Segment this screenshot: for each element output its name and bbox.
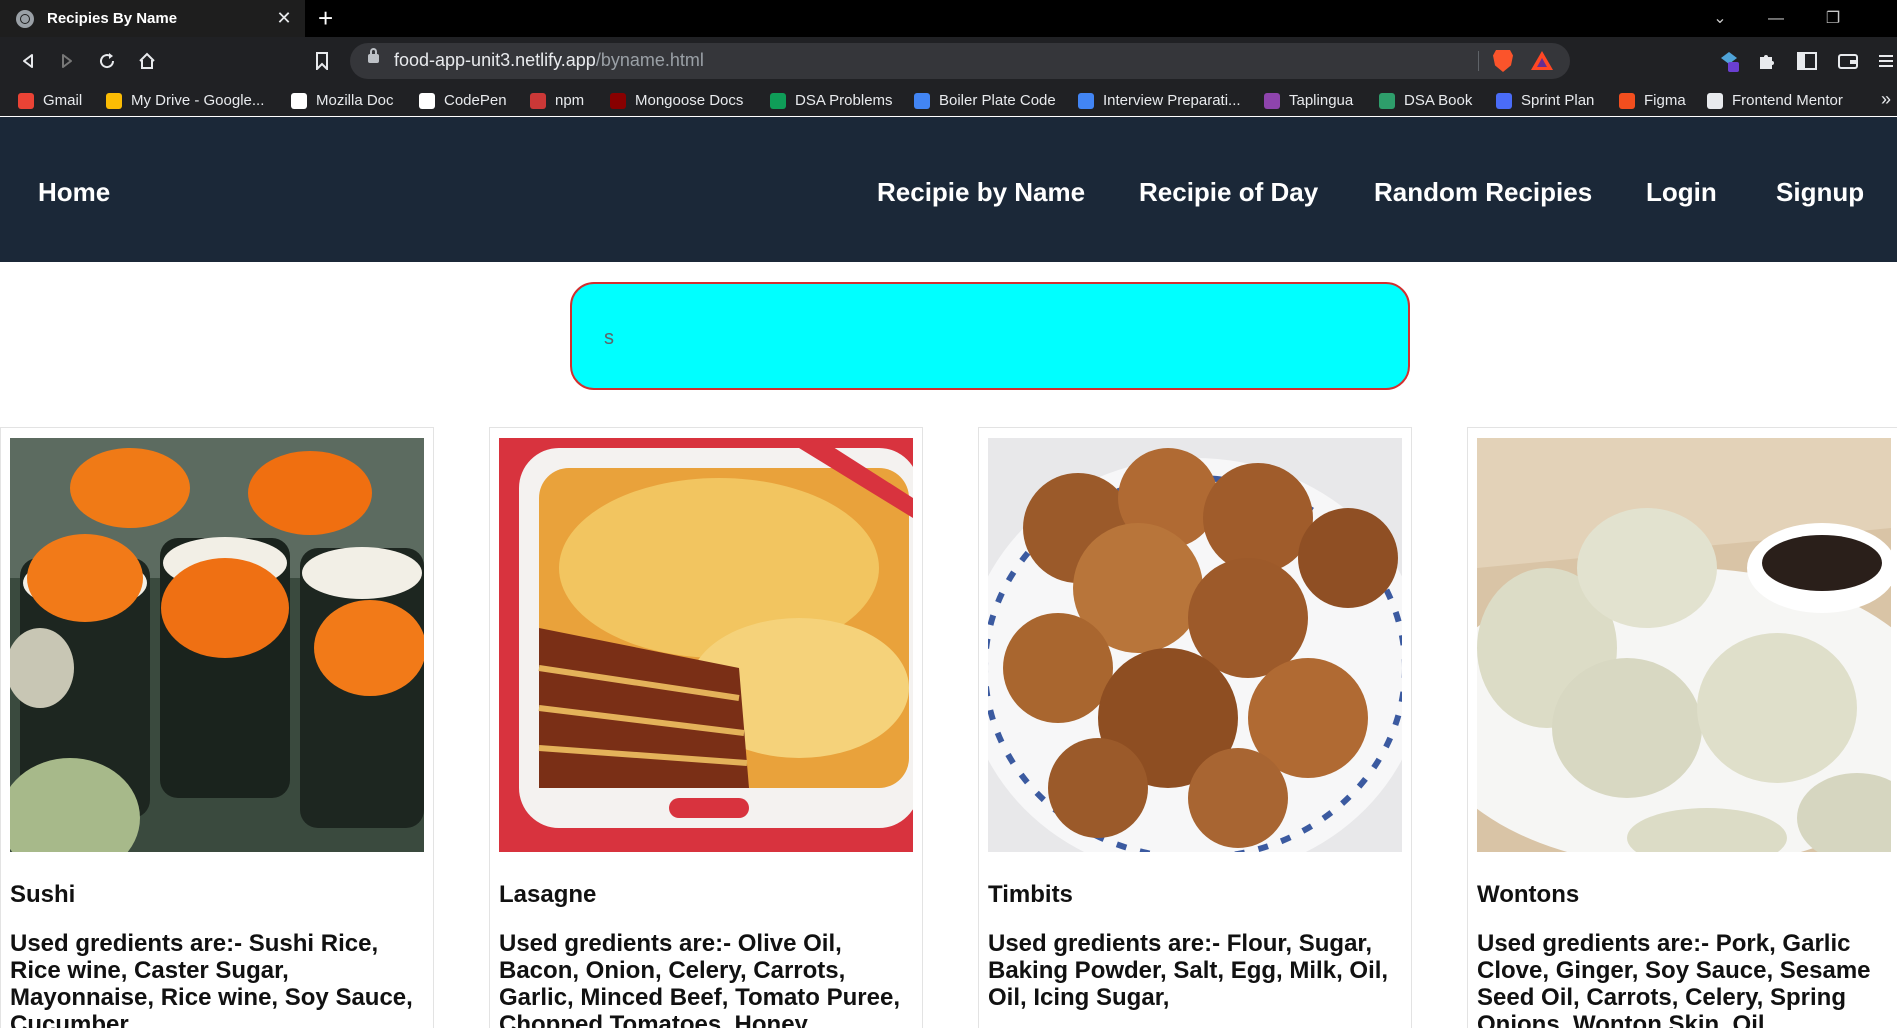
nav-recipie-by-name[interactable]: Recipie by Name — [877, 177, 1085, 208]
nav-login[interactable]: Login — [1646, 177, 1717, 208]
tab-title: Recipies By Name — [47, 10, 178, 27]
bookmarks-bar: Gmail My Drive - Google... Mozilla Doc C… — [0, 85, 1897, 116]
recipe-name: Sushi — [10, 881, 76, 908]
nav-random-recipies[interactable]: Random Recipies — [1374, 177, 1592, 208]
timbits-image — [988, 438, 1402, 852]
browser-tab-active[interactable]: Recipies By Name ✕ — [0, 0, 305, 37]
frontend-mentor-icon — [1707, 92, 1723, 109]
bookmark-mozilla-doc[interactable]: Mozilla Doc — [291, 85, 394, 116]
brave-shields-icon[interactable] — [1493, 50, 1513, 72]
wontons-image — [1477, 438, 1891, 852]
bookmark-npm[interactable]: npm — [530, 85, 584, 116]
bookmark-sprint-plan[interactable]: Sprint Plan — [1496, 85, 1594, 116]
site-navbar: Home Recipie by Name Recipie of Day Rand… — [0, 117, 1897, 262]
extensions-puzzle-icon[interactable] — [1753, 47, 1781, 75]
bookmark-frontend-mentor[interactable]: Frontend Mentor — [1707, 85, 1843, 116]
codepen-icon — [419, 92, 435, 109]
recipe-ingredients: Used gredients are:- Olive Oil, Bacon, O… — [499, 930, 900, 1028]
recipe-grid: Sushi Used gredients are:- Sushi Rice, R… — [0, 427, 1897, 1028]
recipe-name: Wontons — [1477, 881, 1580, 908]
search-box[interactable] — [570, 282, 1410, 390]
bookmark-interview-preparation[interactable]: Interview Preparati... — [1078, 85, 1241, 116]
menu-icon[interactable] — [1872, 47, 1897, 75]
restore-icon[interactable]: ❐ — [1805, 0, 1861, 37]
npm-icon — [530, 92, 546, 109]
url-text[interactable]: food-app-unit3.netlify.app/byname.html — [394, 50, 704, 71]
new-tab-icon[interactable]: + — [318, 4, 333, 32]
tab-search-icon[interactable]: ⌄ — [1692, 0, 1748, 37]
recipe-name: Lasagne — [499, 881, 597, 908]
bookmark-dsa-problems[interactable]: DSA Problems — [770, 85, 893, 116]
close-tab-icon[interactable]: ✕ — [271, 8, 297, 29]
nav-recipie-of-day[interactable]: Recipie of Day — [1139, 177, 1318, 208]
nav-signup[interactable]: Signup — [1776, 177, 1864, 208]
recipe-ingredients: Used gredients are:- Pork, Garlic Clove,… — [1477, 930, 1871, 1028]
recipe-card[interactable]: Sushi Used gredients are:- Sushi Rice, R… — [0, 427, 434, 1028]
bookmark-codepen[interactable]: CodePen — [419, 85, 507, 116]
recipe-card[interactable]: Lasagne Used gredients are:- Olive Oil, … — [489, 427, 923, 1028]
recipe-name: Timbits — [988, 881, 1073, 908]
browser-tab-bar: Recipies By Name ✕ + ⌄ — ❐ — [0, 0, 1897, 37]
back-icon[interactable] — [14, 47, 42, 75]
bookmark-mongoose-docs[interactable]: Mongoose Docs — [610, 85, 743, 116]
forward-icon[interactable] — [53, 47, 81, 75]
wallet-icon[interactable] — [1834, 47, 1862, 75]
mongoose-icon — [610, 92, 626, 109]
bookmark-figma[interactable]: Figma — [1619, 85, 1686, 116]
lock-icon — [368, 48, 379, 63]
bookmark-dsa-book[interactable]: DSA Book — [1379, 85, 1472, 116]
mozilla-icon — [291, 92, 307, 109]
recipe-search-input[interactable] — [602, 322, 1366, 354]
extension-wallet-icon[interactable] — [1715, 47, 1743, 75]
google-docs-icon — [1078, 92, 1094, 109]
bookmark-icon[interactable] — [308, 47, 336, 75]
sprint-plan-icon — [1496, 92, 1512, 109]
address-bar-divider — [1478, 51, 1479, 71]
figma-icon — [1619, 92, 1635, 109]
reload-icon[interactable] — [93, 47, 121, 75]
recipe-card[interactable]: Wontons Used gredients are:- Pork, Garli… — [1467, 427, 1897, 1028]
bookmark-boiler-plate-code[interactable]: Boiler Plate Code — [914, 85, 1056, 116]
google-drive-icon — [106, 92, 122, 109]
recipe-ingredients: Used gredients are:- Flour, Sugar, Bakin… — [988, 930, 1389, 1011]
brave-rewards-icon[interactable] — [1531, 51, 1553, 70]
sushi-image — [10, 438, 424, 852]
bookmark-taplingua[interactable]: Taplingua — [1264, 85, 1353, 116]
more-bookmarks-icon[interactable]: » — [1881, 89, 1891, 110]
book-icon — [1379, 92, 1395, 109]
google-docs-icon — [914, 92, 930, 109]
minimize-icon[interactable]: — — [1748, 0, 1804, 37]
bookmark-my-drive[interactable]: My Drive - Google... — [106, 85, 264, 116]
star-icon — [1264, 92, 1280, 109]
recipe-card[interactable]: Timbits Used gredients are:- Flour, Suga… — [978, 427, 1412, 1028]
gmail-icon — [18, 92, 34, 109]
globe-icon — [16, 9, 34, 28]
recipe-ingredients: Used gredients are:- Sushi Rice, Rice wi… — [10, 930, 413, 1028]
address-bar[interactable]: food-app-unit3.netlify.app/byname.html — [350, 43, 1570, 79]
bookmark-gmail[interactable]: Gmail — [18, 85, 82, 116]
home-icon[interactable] — [133, 47, 161, 75]
google-sheets-icon — [770, 92, 786, 109]
sidebar-icon[interactable] — [1793, 47, 1821, 75]
lasagne-image — [499, 438, 913, 852]
nav-home[interactable]: Home — [38, 177, 110, 208]
